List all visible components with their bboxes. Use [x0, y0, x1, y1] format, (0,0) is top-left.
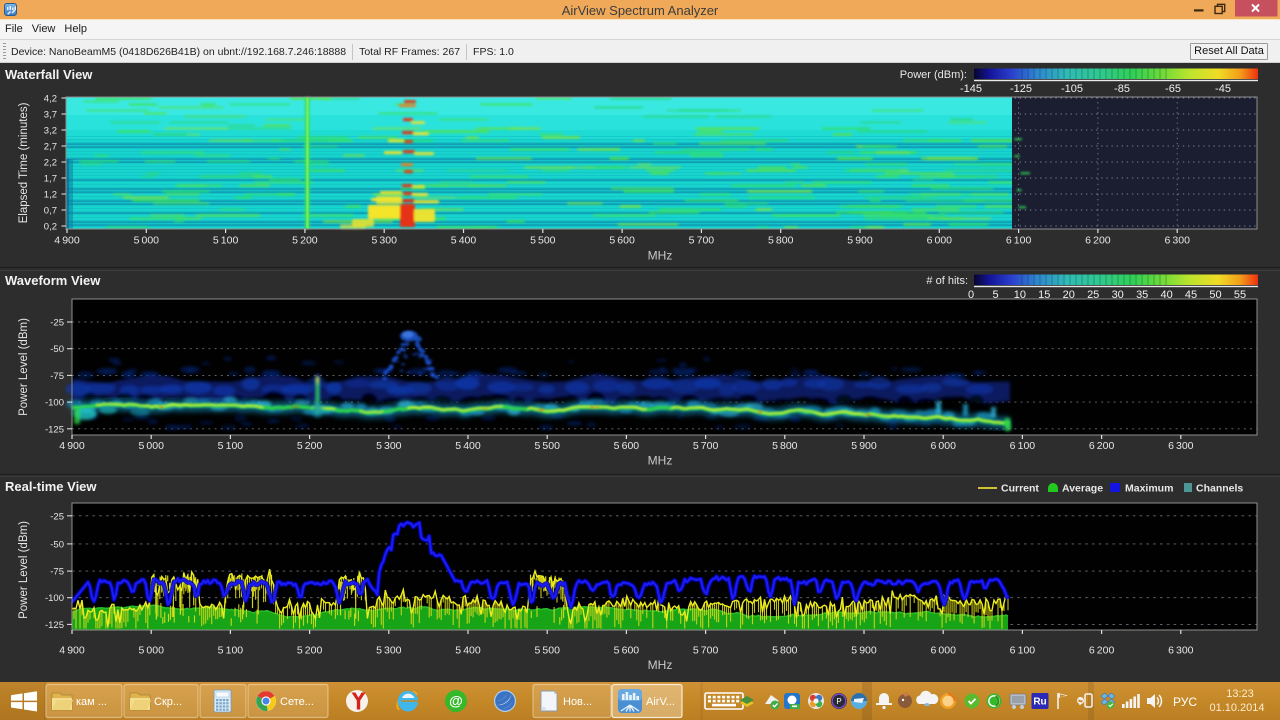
svg-text:-100: -100	[45, 398, 64, 409]
svg-text:6 300: 6 300	[1168, 440, 1194, 452]
svg-text:MHz: MHz	[648, 658, 673, 672]
svg-text:5 100: 5 100	[213, 235, 239, 247]
svg-text:5 200: 5 200	[297, 645, 323, 657]
svg-text:Ru: Ru	[1033, 697, 1046, 708]
svg-text:Power Level (dBm): Power Level (dBm)	[18, 521, 30, 619]
svg-text:6 300: 6 300	[1168, 645, 1194, 657]
svg-text:5 700: 5 700	[693, 645, 719, 657]
svg-text:4 900: 4 900	[59, 440, 85, 452]
svg-text:5 800: 5 800	[772, 440, 798, 452]
svg-text:5 600: 5 600	[614, 440, 640, 452]
svg-text:13:23: 13:23	[1226, 688, 1254, 700]
svg-text:5 300: 5 300	[376, 645, 402, 657]
svg-text:6 200: 6 200	[1089, 645, 1115, 657]
svg-text:1,7: 1,7	[44, 174, 57, 185]
svg-text:MHz: MHz	[648, 454, 673, 468]
svg-text:Waterfall View: Waterfall View	[5, 67, 93, 82]
svg-text:2,7: 2,7	[44, 142, 57, 153]
svg-text:0,2: 0,2	[44, 222, 57, 233]
svg-text:-50: -50	[50, 344, 64, 355]
svg-text:5 800: 5 800	[772, 645, 798, 657]
svg-text:5 200: 5 200	[292, 235, 318, 247]
svg-text:5 300: 5 300	[376, 440, 402, 452]
svg-text:5 500: 5 500	[534, 645, 560, 657]
svg-text:5 000: 5 000	[138, 440, 164, 452]
svg-text:РУС: РУС	[1173, 695, 1197, 709]
svg-text:5 300: 5 300	[371, 235, 397, 247]
svg-text:5 700: 5 700	[693, 440, 719, 452]
svg-text:-85: -85	[1114, 83, 1130, 95]
svg-text:5 800: 5 800	[768, 235, 794, 247]
svg-text:Power (dBm):: Power (dBm):	[900, 69, 967, 81]
svg-text:AirV...: AirV...	[646, 696, 675, 708]
svg-text:4,2: 4,2	[44, 94, 57, 105]
svg-text:5 900: 5 900	[851, 645, 877, 657]
svg-text:Сете...: Сете...	[280, 696, 314, 708]
svg-text:-25: -25	[50, 511, 64, 522]
svg-text:6 100: 6 100	[1010, 645, 1036, 657]
svg-text:-25: -25	[50, 318, 64, 329]
svg-text:-125: -125	[1010, 83, 1032, 95]
svg-text:5 000: 5 000	[138, 645, 164, 657]
svg-text:6 000: 6 000	[930, 440, 956, 452]
svg-text:5 900: 5 900	[847, 235, 873, 247]
svg-text:Скр...: Скр...	[154, 696, 182, 708]
svg-text:6 000: 6 000	[927, 235, 953, 247]
svg-text:@: @	[449, 693, 463, 709]
svg-text:3,7: 3,7	[44, 110, 57, 121]
svg-text:6 000: 6 000	[930, 645, 956, 657]
svg-text:5 400: 5 400	[451, 235, 477, 247]
svg-text:Power Level (dBm): Power Level (dBm)	[18, 318, 30, 416]
svg-text:# of hits:: # of hits:	[926, 275, 968, 287]
svg-text:01.10.2014: 01.10.2014	[1209, 702, 1264, 714]
svg-text:Average: Average	[1062, 483, 1103, 495]
svg-text:MHz: MHz	[648, 249, 673, 263]
svg-text:-105: -105	[1061, 83, 1083, 95]
svg-text:-50: -50	[50, 539, 64, 550]
svg-text:1,2: 1,2	[44, 190, 57, 201]
svg-text:Real-time View: Real-time View	[5, 479, 97, 494]
svg-text:-125: -125	[45, 620, 64, 631]
svg-text:Waveform View: Waveform View	[5, 273, 101, 288]
svg-text:5 000: 5 000	[134, 235, 160, 247]
svg-text:Current: Current	[1001, 483, 1039, 495]
svg-text:5 900: 5 900	[851, 440, 877, 452]
svg-text:5 700: 5 700	[689, 235, 715, 247]
svg-text:5 400: 5 400	[455, 440, 481, 452]
svg-text:-75: -75	[50, 371, 64, 382]
svg-text:6 100: 6 100	[1010, 440, 1036, 452]
svg-text:3,2: 3,2	[44, 126, 57, 137]
svg-text:6 300: 6 300	[1164, 235, 1190, 247]
svg-text:5 100: 5 100	[218, 440, 244, 452]
svg-text:Channels: Channels	[1196, 483, 1243, 495]
svg-text:5 500: 5 500	[530, 235, 556, 247]
svg-text:4 900: 4 900	[54, 235, 80, 247]
svg-text:Elapsed Time (minutes): Elapsed Time (minutes)	[18, 102, 30, 223]
svg-text:2,2: 2,2	[44, 158, 57, 169]
svg-text:-125: -125	[45, 424, 64, 435]
svg-text:-145: -145	[960, 83, 982, 95]
svg-text:5 500: 5 500	[534, 440, 560, 452]
svg-text:5 400: 5 400	[455, 645, 481, 657]
svg-text:Maximum: Maximum	[1125, 483, 1173, 495]
svg-text:6 200: 6 200	[1085, 235, 1111, 247]
svg-text:кам ...: кам ...	[76, 696, 107, 708]
svg-text:-45: -45	[1215, 83, 1231, 95]
svg-text:6 200: 6 200	[1089, 440, 1115, 452]
svg-text:P: P	[836, 697, 841, 706]
svg-text:-100: -100	[45, 593, 64, 604]
svg-text:Нов...: Нов...	[563, 696, 592, 708]
svg-text:0,7: 0,7	[44, 206, 57, 217]
svg-text:-65: -65	[1165, 83, 1181, 95]
svg-text:6 100: 6 100	[1006, 235, 1032, 247]
svg-text:-75: -75	[50, 567, 64, 578]
svg-text:5 100: 5 100	[218, 645, 244, 657]
svg-text:5 200: 5 200	[297, 440, 323, 452]
svg-text:5 600: 5 600	[614, 645, 640, 657]
svg-text:4 900: 4 900	[59, 645, 85, 657]
svg-text:5 600: 5 600	[609, 235, 635, 247]
